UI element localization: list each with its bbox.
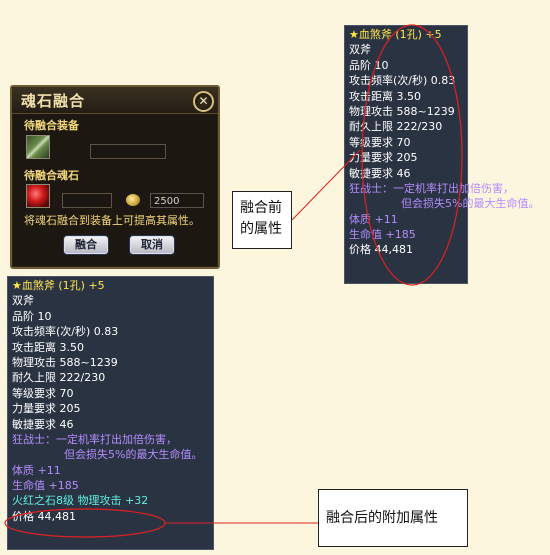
item-tooltip-before: ★血煞斧 (1孔) +5 双斧 品阶 10 攻击频率(次/秒) 0.83 攻击距… <box>344 25 540 284</box>
price-line: 价格 44,481 <box>349 243 413 257</box>
stat-line: 力量要求 205 <box>349 151 418 165</box>
bonus-line: 体质 +11 <box>349 212 398 226</box>
gem-bonus-line: 火红之石8级 物理攻击 +32 <box>12 494 149 508</box>
close-icon[interactable]: ✕ <box>193 91 214 112</box>
price-field: 2500 <box>150 193 204 208</box>
stat-line: 攻击频率(次/秒) 0.83 <box>349 74 456 88</box>
callout-after-text: 融合后的附加属性 <box>326 510 438 526</box>
price-line: 价格 44,481 <box>12 509 76 523</box>
bonus-line: 生命值 +185 <box>349 228 416 242</box>
stat-line: 双斧 <box>349 43 371 57</box>
callout-before-line2: 的属性 <box>240 221 282 237</box>
stat-line: 力量要求 205 <box>12 402 81 416</box>
stone-section-label: 待融合魂石 <box>24 169 79 182</box>
dialog-titlebar[interactable]: 魂石融合 ✕ <box>12 87 218 114</box>
stat-line: 攻击距离 3.50 <box>349 89 421 103</box>
stone-name-field <box>62 193 112 208</box>
stat-line: 攻击距离 3.50 <box>12 340 84 354</box>
stat-line: 敏捷要求 46 <box>12 417 74 431</box>
callout-before-line1: 融合前 <box>240 200 282 216</box>
dialog-title: 魂石融合 <box>21 92 86 110</box>
stat-line: 攻击频率(次/秒) 0.83 <box>12 325 119 339</box>
stat-line: 品阶 10 <box>12 309 52 323</box>
item-tooltip-after: ★血煞斧 (1孔) +5 双斧 品阶 10 攻击频率(次/秒) 0.83 攻击距… <box>7 276 214 550</box>
skill-line: 但会损失5%的最大生命值。 <box>401 197 540 211</box>
equip-section-label: 待融合装备 <box>24 119 79 132</box>
soul-stone-fusion-dialog: 魂石融合 ✕ 待融合装备 待融合魂石 2500 将魂石融合到装备上可提高其属性。… <box>10 85 220 269</box>
skill-line: 狂战士：一定机率打出加倍伤害， <box>12 432 177 446</box>
stat-line: 耐久上限 222/230 <box>349 120 443 134</box>
stat-line: 品阶 10 <box>349 58 389 72</box>
callout-before-fusion: 融合前 的属性 <box>232 191 292 249</box>
item-name: ★血煞斧 (1孔) +5 <box>12 279 105 292</box>
stat-line: 等级要求 70 <box>349 135 411 149</box>
skill-line: 狂战士：一定机率打出加倍伤害， <box>349 181 514 195</box>
stat-line: 双斧 <box>12 294 34 308</box>
skill-line: 但会损失5%的最大生命值。 <box>64 448 203 462</box>
item-name: ★血煞斧 (1孔) +5 <box>349 28 442 41</box>
fuse-button[interactable]: 融合 <box>64 236 108 254</box>
stone-slot-gem-icon[interactable] <box>26 184 50 208</box>
coin-icon <box>126 194 140 206</box>
equip-name-field <box>90 144 166 159</box>
bonus-line: 体质 +11 <box>12 463 61 477</box>
stat-line: 物理攻击 588~1239 <box>12 355 118 369</box>
equip-slot-axe-icon[interactable] <box>26 135 50 159</box>
fusion-tip-text: 将魂石融合到装备上可提高其属性。 <box>24 214 200 227</box>
bonus-line: 生命值 +185 <box>12 479 79 493</box>
stat-line: 耐久上限 222/230 <box>12 371 106 385</box>
cancel-button[interactable]: 取消 <box>130 236 174 254</box>
stat-line: 等级要求 70 <box>12 386 74 400</box>
stat-line: 敏捷要求 46 <box>349 166 411 180</box>
callout-after-fusion: 融合后的附加属性 <box>318 489 468 547</box>
stat-line: 物理攻击 588~1239 <box>349 104 455 118</box>
